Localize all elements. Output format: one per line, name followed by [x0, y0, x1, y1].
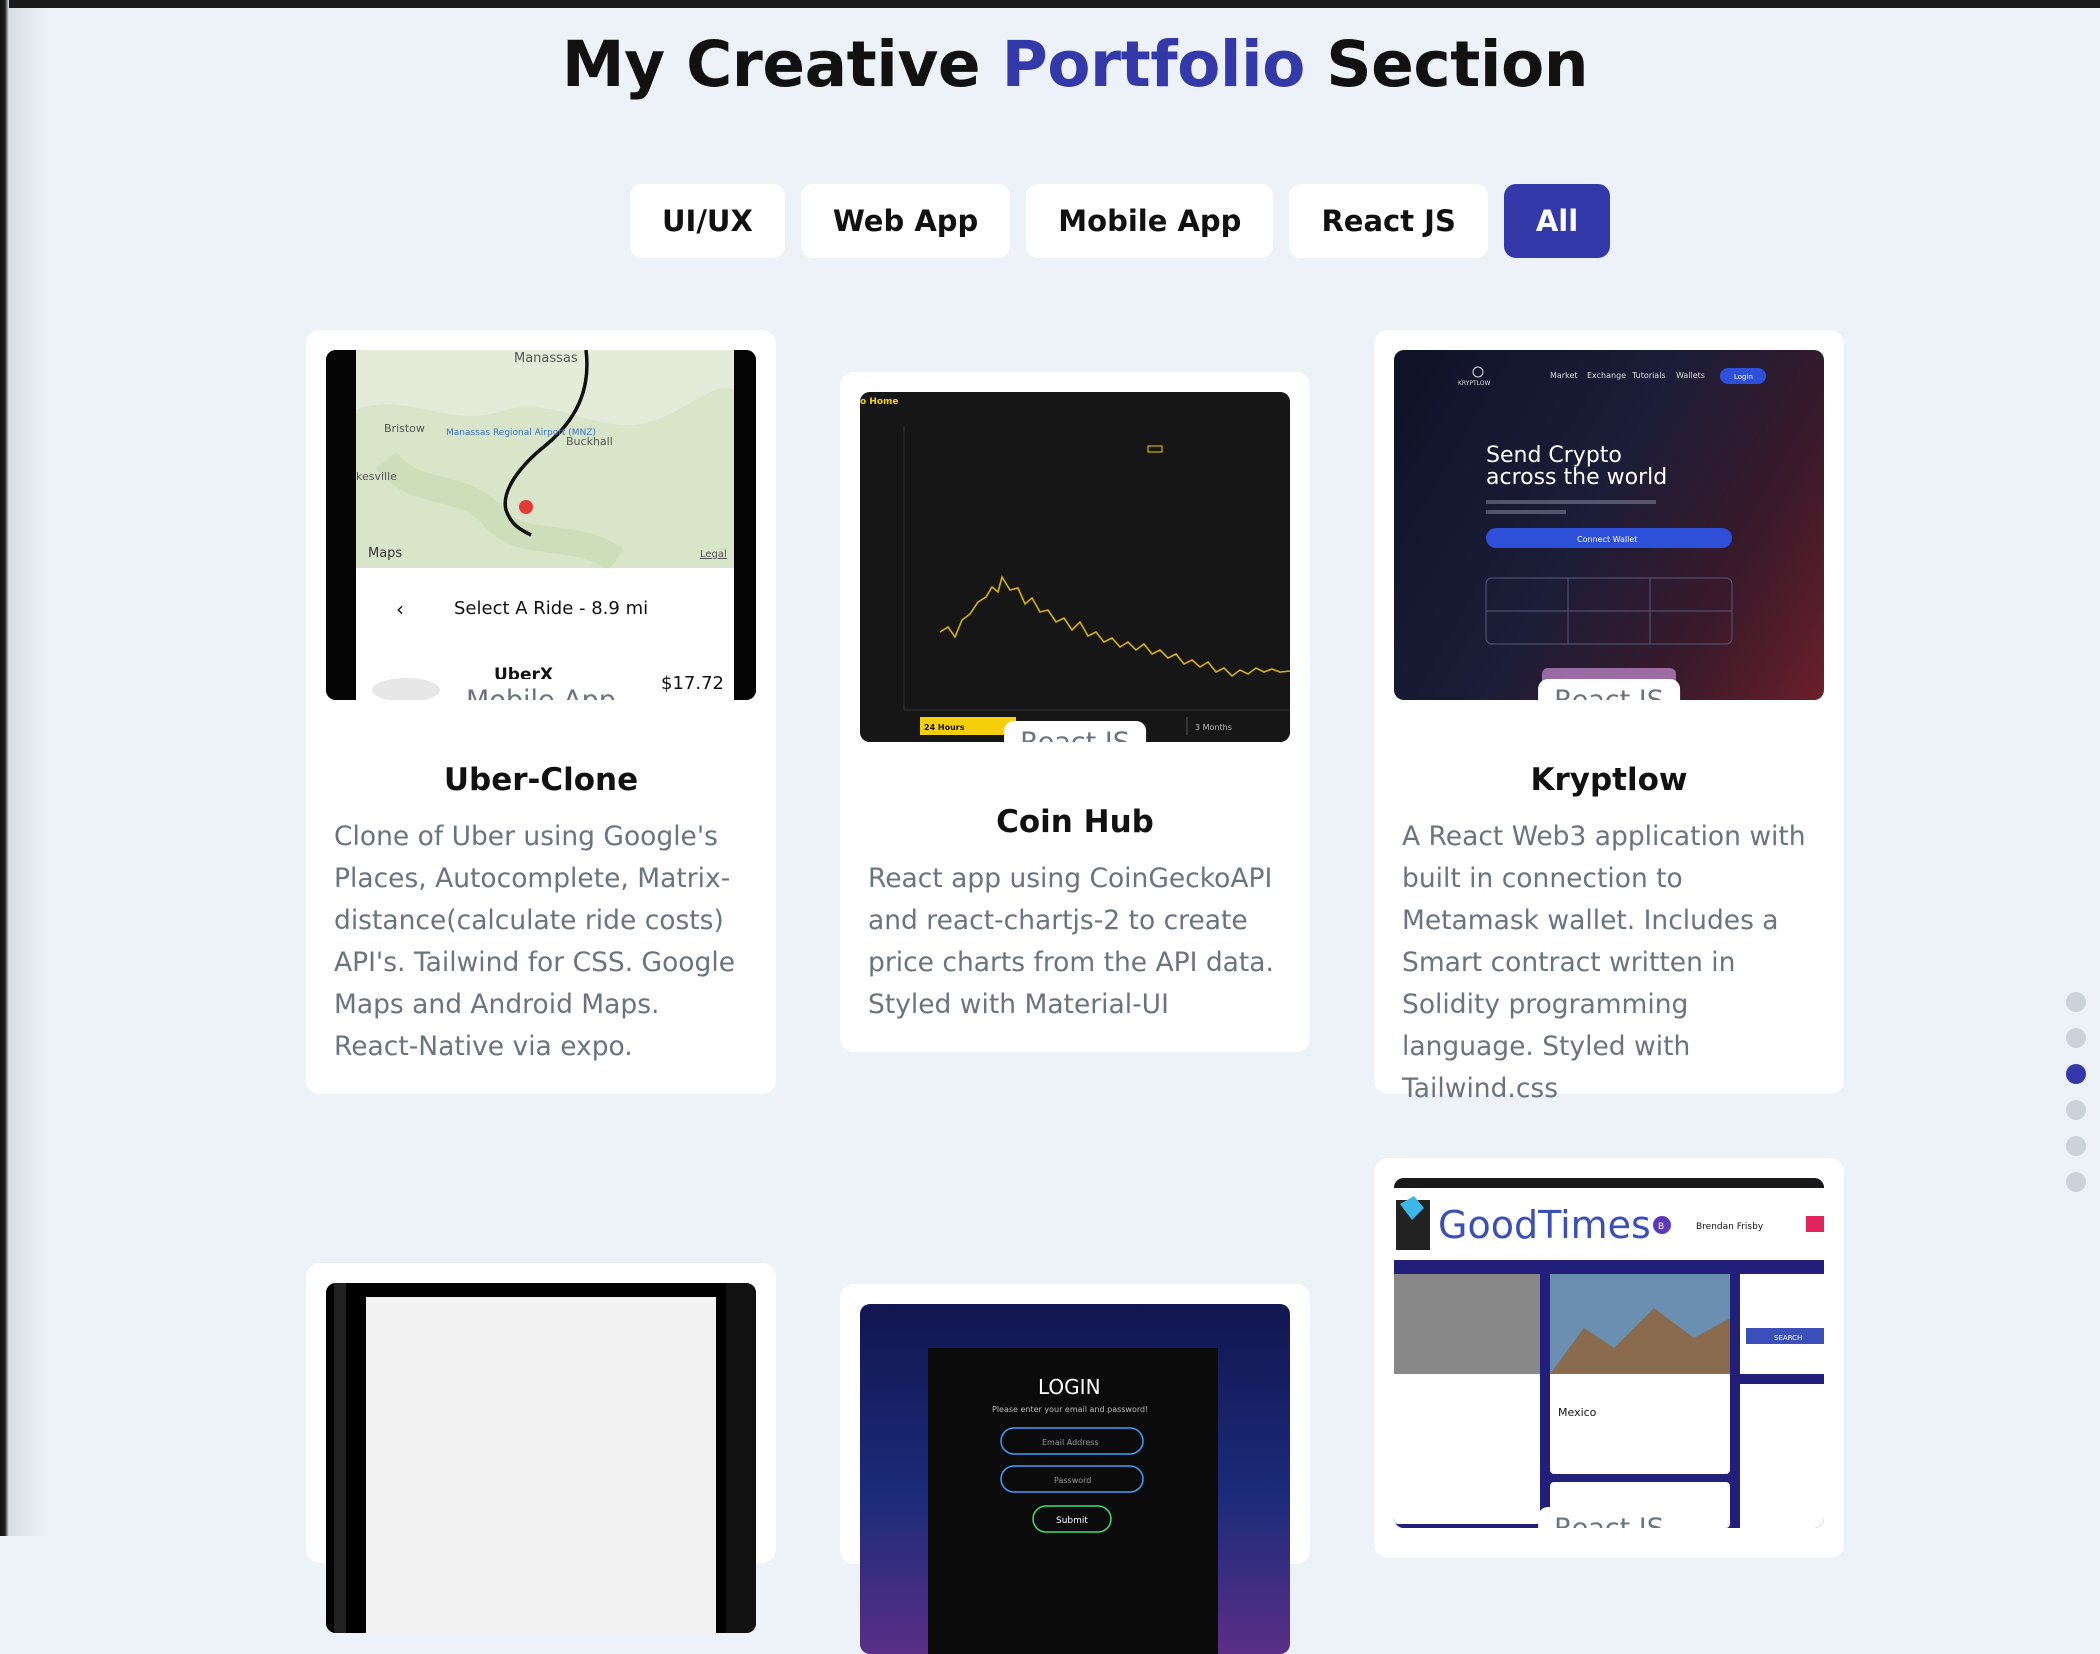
login-password-placeholder: Password	[1054, 1476, 1091, 1485]
project-description: Clone of Uber using Google's Places, Aut…	[334, 821, 736, 1062]
map-label: Manassas	[514, 351, 578, 366]
project-card-uber-clone[interactable]: Manassas Bristow Manassas Regional Airpo…	[306, 330, 776, 1094]
project-card-coin-hub[interactable]: o Home 24 Hours 3 Months React JS Coin H…	[840, 372, 1310, 1052]
nav-dot-active[interactable]	[2066, 1064, 2086, 1084]
nav-dot[interactable]	[2066, 1172, 2086, 1192]
title-end: Section	[1304, 28, 1589, 101]
left-shadow	[9, 8, 49, 1536]
project-tag: React JS	[1538, 679, 1680, 700]
filter-react-js[interactable]: React JS	[1289, 184, 1488, 258]
goodtimes-brand: GoodTimes	[1438, 1203, 1651, 1247]
filter-all[interactable]: All	[1503, 184, 1611, 258]
kryptlow-nav-item: Wallets	[1676, 371, 1705, 380]
nav-dot[interactable]	[2066, 992, 2086, 1012]
uber-preview-image: Manassas Bristow Manassas Regional Airpo…	[326, 350, 756, 700]
map-label: Buckhall	[566, 435, 613, 448]
range-24h: 24 Hours	[924, 723, 965, 732]
project-tag: Mobile App	[450, 679, 632, 700]
kryptlow-login: Login	[1734, 373, 1753, 381]
map-label: Legal	[700, 549, 727, 560]
project-preview[interactable]	[326, 1283, 756, 1633]
back-chevron-icon: ‹	[396, 597, 404, 621]
ride-price: $17.72	[661, 673, 724, 694]
goodtimes-post-title: Mexico	[1558, 1406, 1597, 1419]
filter-bar: UI/UX Web App Mobile App React JS All	[630, 184, 1611, 258]
project-title: Uber-Clone	[443, 762, 639, 798]
login-email-placeholder: Email Address	[1042, 1438, 1099, 1447]
map-label: Bristow	[384, 422, 425, 435]
kryptlow-nav-item: Market	[1550, 371, 1578, 380]
project-preview[interactable]: KRYPTLOW Market Exchange Tutorials Walle…	[1394, 350, 1824, 700]
login-submit: Submit	[1056, 1516, 1088, 1526]
goodtimes-avatar: B	[1658, 1222, 1664, 1232]
project-description: A React Web3 application with built in c…	[1402, 821, 1806, 1104]
project-title: Kryptlow	[1530, 762, 1688, 798]
map-label: Maps	[368, 546, 402, 561]
goodtimes-search: SEARCH	[1774, 1334, 1802, 1342]
kryptlow-connect: Connect Wallet	[1577, 535, 1637, 544]
nav-dot[interactable]	[2066, 1136, 2086, 1156]
project-title: Coin Hub	[996, 804, 1154, 840]
goodtimes-preview-image: GoodTimes B Brendan Frisby Mexico SEARCH	[1394, 1178, 1824, 1528]
range-3m: 3 Months	[1195, 723, 1232, 732]
login-title: LOGIN	[1038, 1375, 1101, 1399]
project-card-goodtimes[interactable]: GoodTimes B Brendan Frisby Mexico SEARCH…	[1374, 1158, 1844, 1558]
project-card-login[interactable]: LOGIN Please enter your email and passwo…	[840, 1284, 1310, 1654]
project-tag: React JS	[1538, 1507, 1680, 1528]
title-start: My Creative	[561, 28, 1002, 101]
project-preview[interactable]: Manassas Bristow Manassas Regional Airpo…	[326, 350, 756, 700]
coin-hub-chart-image: o Home 24 Hours 3 Months	[860, 392, 1290, 742]
kryptlow-nav-item: Tutorials	[1631, 371, 1666, 380]
kryptlow-nav-item: Exchange	[1587, 371, 1626, 380]
ride-header: Select A Ride - 8.9 mi	[454, 598, 648, 619]
map-label: kesville	[356, 470, 397, 483]
project-description: React app using CoinGeckoAPI and react-c…	[868, 863, 1274, 1020]
kryptlow-logo: KRYPTLOW	[1458, 380, 1491, 387]
nav-dot[interactable]	[2066, 1100, 2086, 1120]
section-nav-dots	[2066, 992, 2086, 1208]
project-card-mobile-preview[interactable]	[306, 1263, 776, 1633]
project-tag: React JS	[1004, 721, 1146, 742]
page-title: My Creative Portfolio Section	[0, 28, 2100, 101]
filter-mobile-app[interactable]: Mobile App	[1026, 184, 1274, 258]
kryptlow-preview-image: KRYPTLOW Market Exchange Tutorials Walle…	[1458, 366, 1766, 700]
nav-dot[interactable]	[2066, 1028, 2086, 1048]
window-top-edge	[0, 0, 2100, 8]
login-preview-image: LOGIN Please enter your email and passwo…	[928, 1348, 1218, 1654]
title-accent: Portfolio	[1001, 28, 1306, 101]
project-preview[interactable]: o Home 24 Hours 3 Months React JS	[860, 392, 1290, 742]
login-subtitle: Please enter your email and password!	[992, 1405, 1148, 1414]
coin-hub-brand: o Home	[860, 397, 899, 407]
kryptlow-hero-line2: across the world	[1486, 465, 1667, 490]
window-left-edge	[0, 0, 9, 1536]
filter-web-app[interactable]: Web App	[800, 184, 1011, 258]
mobile-preview-image	[326, 1283, 756, 1633]
goodtimes-user: Brendan Frisby	[1696, 1222, 1764, 1232]
filter-uiux[interactable]: UI/UX	[630, 184, 785, 258]
project-card-kryptlow[interactable]: KRYPTLOW Market Exchange Tutorials Walle…	[1374, 330, 1844, 1104]
project-preview[interactable]: GoodTimes B Brendan Frisby Mexico SEARCH…	[1394, 1178, 1824, 1528]
project-preview[interactable]: LOGIN Please enter your email and passwo…	[860, 1304, 1290, 1654]
